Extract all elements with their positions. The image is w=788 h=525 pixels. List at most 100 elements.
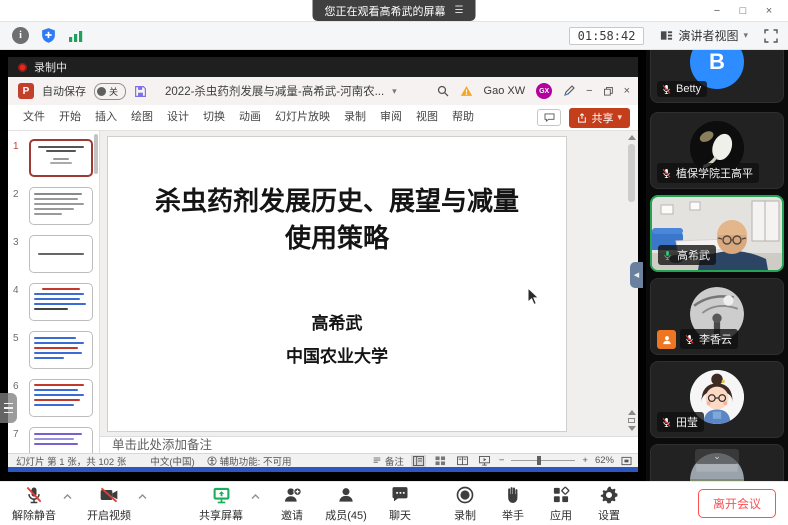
fit-to-window-button[interactable] [621,456,632,466]
members-button[interactable]: 成员(45) [315,485,377,523]
account-avatar[interactable]: GX [536,83,552,99]
settings-label: 设置 [598,507,620,523]
tab-record[interactable]: 录制 [337,105,373,130]
banner-menu-icon[interactable]: ☰ [455,5,464,16]
zoom-in-button[interactable]: + [582,455,588,466]
apps-label: 应用 [550,507,572,523]
ppt-minimize-button[interactable]: − [586,85,592,97]
minimize-button[interactable]: − [704,0,730,22]
accessibility-status[interactable]: 辅助功能: 不可用 [220,454,292,468]
account-name[interactable]: Gao XW [484,85,526,97]
participant-tile-gaoxiwu[interactable]: 高希武 [650,195,784,272]
share-screen-button[interactable]: 共享屏幕 [192,485,250,523]
tab-draw[interactable]: 绘图 [124,105,160,130]
language-indicator[interactable]: 中文(中国) [150,454,194,468]
warning-icon[interactable] [460,85,473,97]
search-icon[interactable] [437,85,449,97]
chat-label: 聊天 [389,507,411,523]
leave-meeting-button[interactable]: 离开会议 [698,489,776,518]
tab-design[interactable]: 设计 [160,105,196,130]
share-button[interactable]: 共享 ▾ [569,108,630,128]
settings-button[interactable]: 设置 [585,485,633,523]
ppt-restore-button[interactable] [604,87,613,96]
raise-hand-button[interactable]: 举手 [489,485,537,523]
tab-home[interactable]: 开始 [52,105,88,130]
mic-muted-icon [661,84,672,95]
participant-tile-lixiangyun[interactable]: 李香云 [650,278,784,355]
notes-toggle[interactable]: 备注 [372,454,404,468]
sidebar-collapse-tab[interactable]: ◀ [630,262,643,288]
chat-button[interactable]: 聊天 [377,485,423,523]
tab-transitions[interactable]: 切换 [196,105,232,130]
raise-hand-icon [503,485,523,505]
ppt-titlebar-right: Gao XW GX − × [437,83,630,99]
participant-tile-wanggaoping[interactable]: 植保学院王高平 [650,112,784,189]
floating-panel-handle[interactable] [0,393,17,423]
mic-muted-icon [684,334,695,345]
mouse-cursor [527,287,540,306]
tab-animations[interactable]: 动画 [232,105,268,130]
view-mode-button[interactable]: 演讲者视图 ▾ [656,25,752,46]
autosave-label: 自动保存 [42,83,86,99]
host-badge-icon [657,330,676,349]
previous-slide-icon[interactable] [628,410,636,415]
title-chevron-down-icon[interactable]: ▾ [392,86,397,97]
save-icon[interactable] [134,85,147,98]
tab-view[interactable]: 视图 [409,105,445,130]
network-signal-icon[interactable] [68,29,84,43]
video-options-chevron[interactable] [138,494,147,500]
window-titlebar: 您正在观看高希武的屏幕 ☰ − □ × [0,0,788,22]
tab-file[interactable]: 文件 [16,105,52,130]
document-title[interactable]: 2022-杀虫药剂发展与减量-高希武-河南农... [165,83,384,99]
participant-tile-partial[interactable]: ⌄ [650,444,784,481]
notes-pane[interactable]: 单击此处添加备注 [100,436,638,453]
start-video-button[interactable]: 开启视频 [81,485,137,523]
zoom-slider-thumb[interactable] [537,456,541,465]
apps-icon [551,485,571,505]
unmute-button[interactable]: 解除静音 [6,485,62,523]
slide-canvas[interactable]: 杀虫药剂发展历史、展望与减量使用策略 高希武 中国农业大学 [107,136,567,432]
ribbon-right: 共享 ▾ [537,108,630,128]
normal-view-button[interactable] [411,455,426,467]
slide-box-icon[interactable] [628,418,635,423]
zoom-out-button[interactable]: − [499,455,505,466]
unmute-label: 解除静音 [12,507,56,523]
participant-tile-betty[interactable]: B Betty [650,50,784,103]
invite-button[interactable]: 邀请 [269,485,315,523]
participant-tile-tianying[interactable]: 田莹 [650,361,784,438]
close-button[interactable]: × [756,0,782,22]
apps-button[interactable]: 应用 [537,485,585,523]
ppt-close-button[interactable]: × [624,85,630,97]
slide-sorter-view-button[interactable] [433,455,448,467]
slide-counter[interactable]: 幻灯片 第 1 张，共 102 张 [16,454,126,468]
slideshow-view-button[interactable] [477,455,492,467]
comments-button[interactable] [537,109,561,126]
status-bar-right: 备注 − + 62% [372,454,632,468]
autosave-toggle[interactable]: 关 [94,83,126,100]
participant-name: 田莹 [676,414,698,430]
zoom-level[interactable]: 62% [595,455,614,466]
next-slide-icon[interactable] [628,426,636,431]
shield-icon[interactable] [40,27,57,44]
tab-review[interactable]: 审阅 [373,105,409,130]
thumbnail-scrollbar[interactable] [94,134,98,174]
reading-view-button[interactable] [455,455,470,467]
share-screen-label: 共享屏幕 [199,507,243,523]
record-button[interactable]: 录制 [441,485,489,523]
tab-slideshow[interactable]: 幻灯片放映 [268,105,337,130]
slide-nav-buttons[interactable] [627,410,636,431]
collapse-tiles-button[interactable]: ⌄ [695,449,739,464]
ppt-content: 1 2 [8,131,638,453]
maximize-button[interactable]: □ [730,0,756,22]
tab-insert[interactable]: 插入 [88,105,124,130]
slide-scrollbar[interactable] [627,135,636,365]
fullscreen-button[interactable] [764,29,778,43]
meeting-control-bar: i 01:58:42 演讲者视图 ▾ [0,22,788,50]
pen-icon[interactable] [563,85,575,97]
share-options-chevron[interactable] [251,494,260,500]
tab-help[interactable]: 帮助 [445,105,481,130]
mute-options-chevron[interactable] [63,494,72,500]
raise-hand-label: 举手 [502,507,524,523]
info-icon[interactable]: i [12,27,29,44]
zoom-slider[interactable] [511,460,575,461]
